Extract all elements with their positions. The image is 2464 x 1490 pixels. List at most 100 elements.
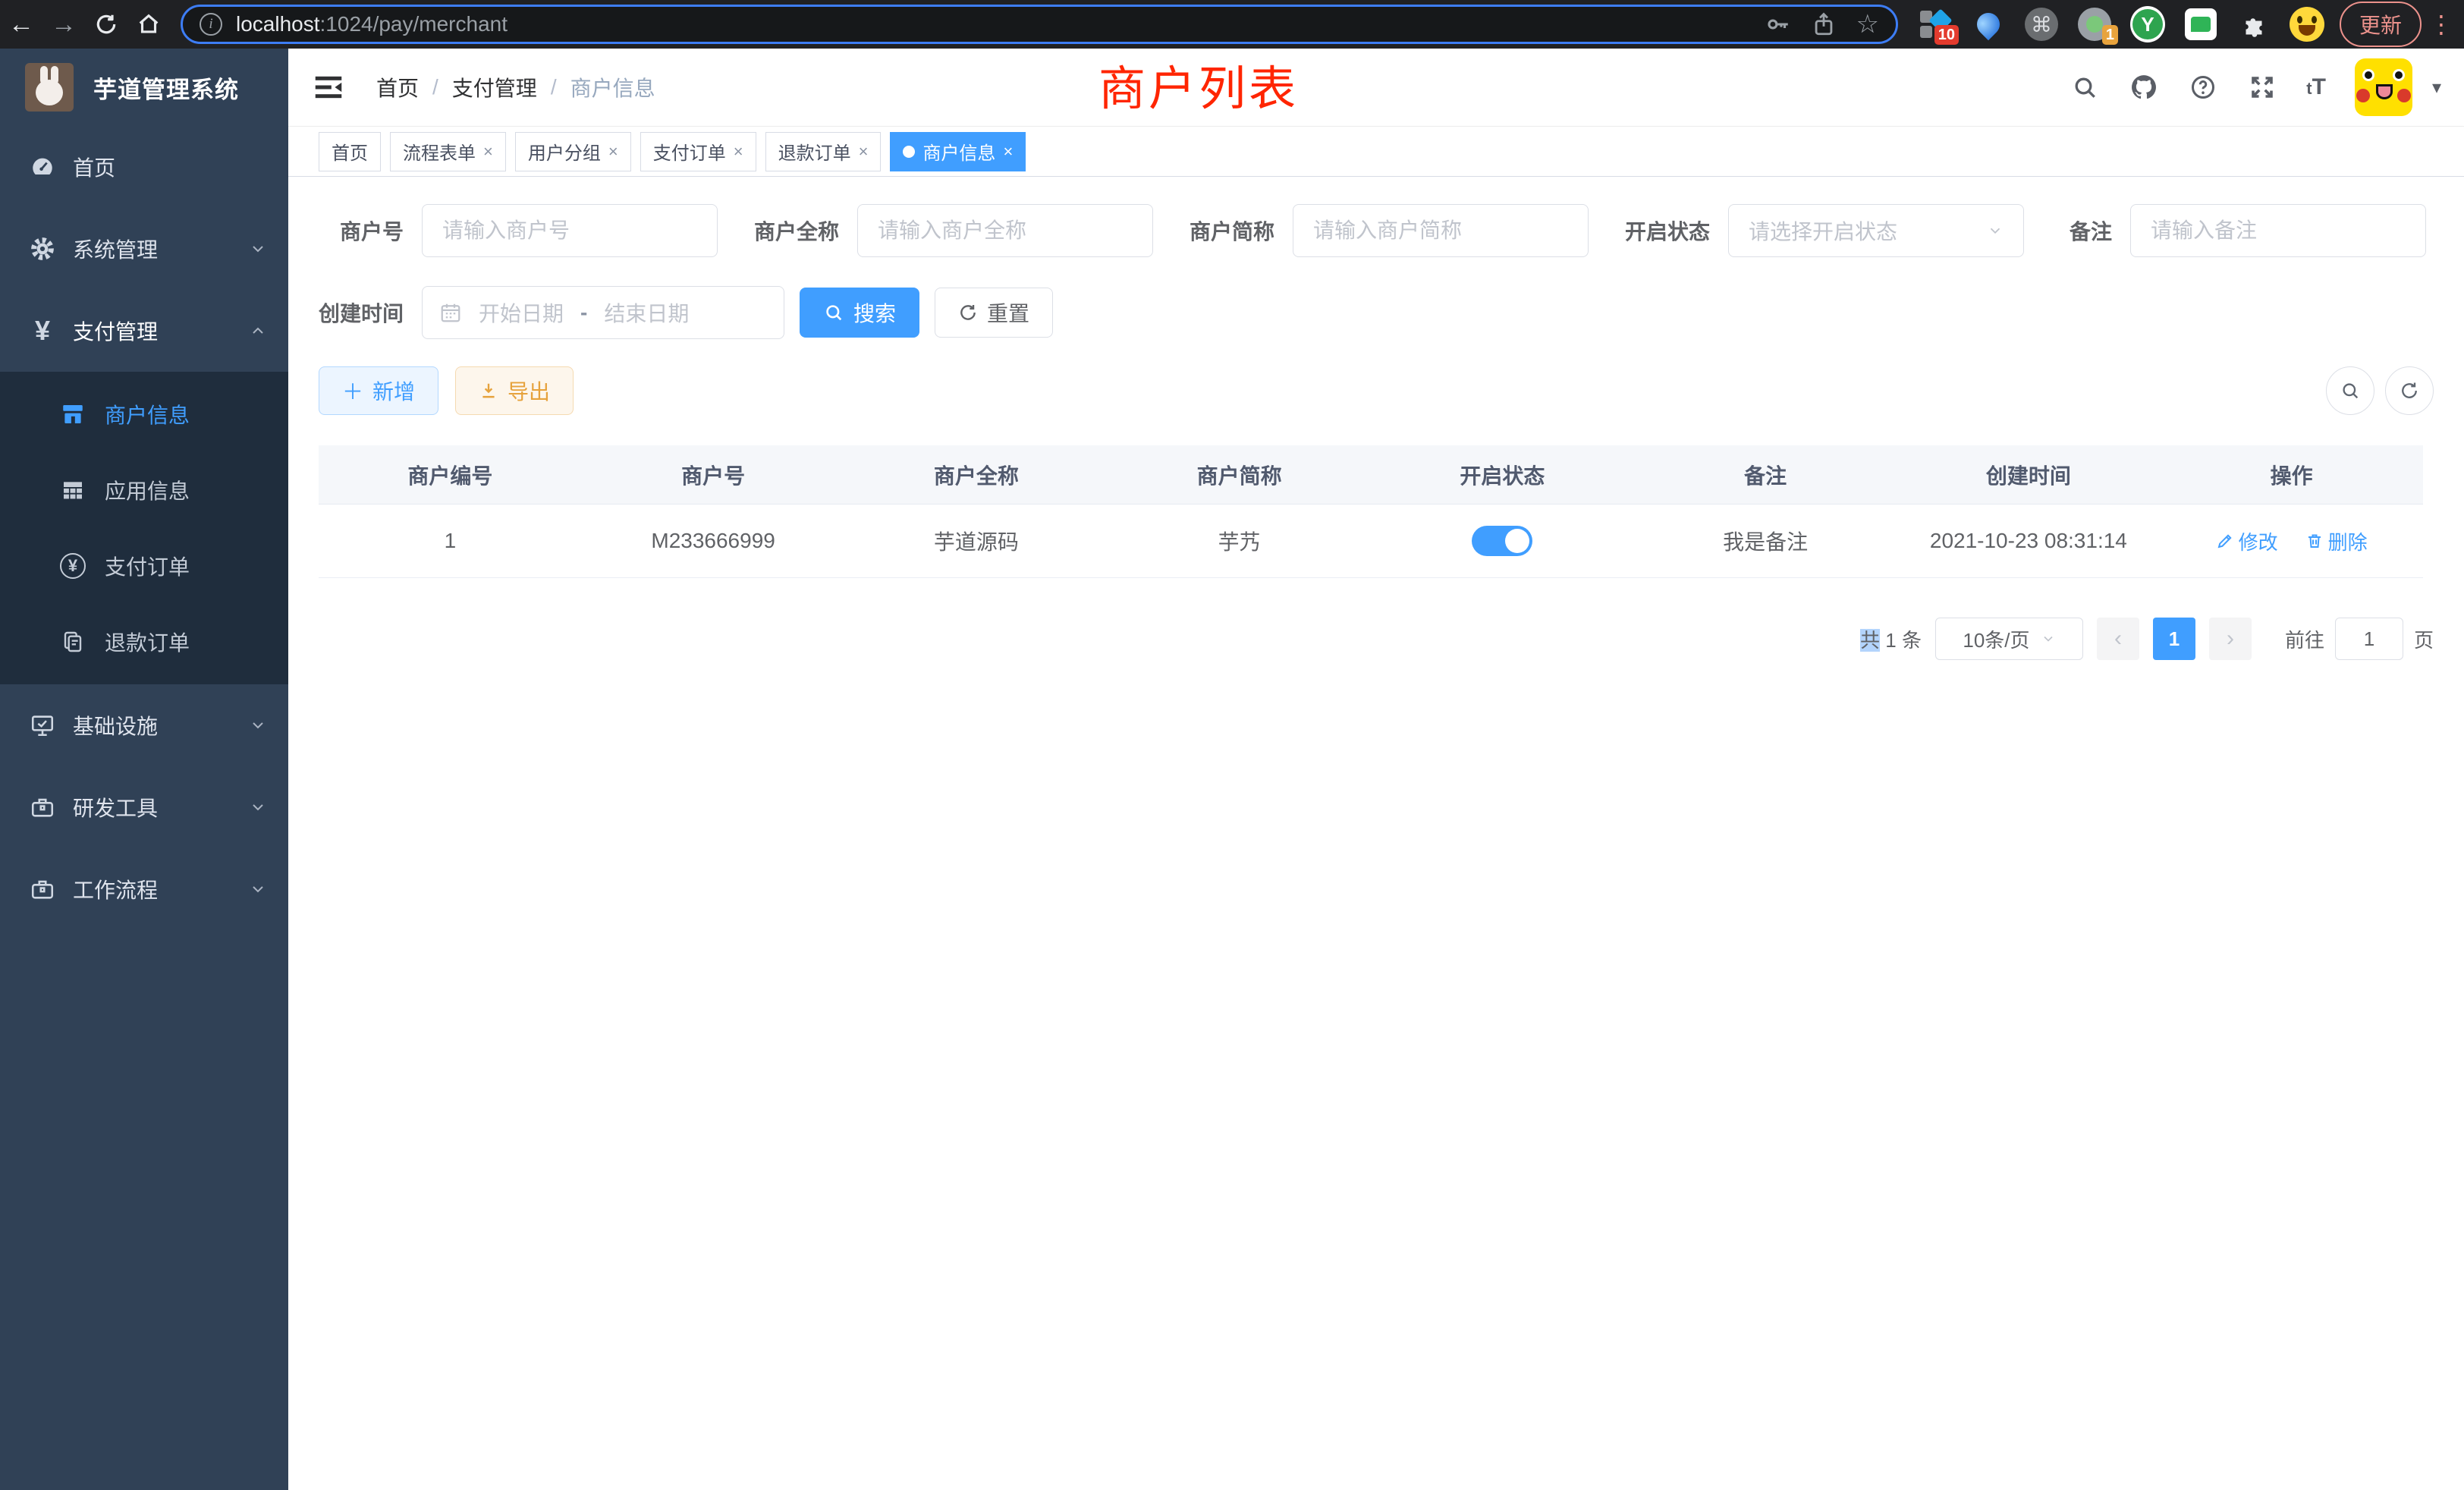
home-icon	[136, 11, 162, 37]
filter-row-2: 创建时间 开始日期 - 结束日期 搜索 重置	[319, 286, 2434, 339]
font-size-icon[interactable]: tT	[2306, 74, 2326, 100]
add-button[interactable]: ＋ 新增	[319, 366, 438, 415]
tab-process-form[interactable]: 流程表单×	[390, 132, 506, 171]
help-icon[interactable]	[2188, 72, 2218, 102]
fullscreen-icon[interactable]	[2247, 72, 2277, 102]
session-extension-icon[interactable]: 1	[2077, 7, 2112, 42]
trash-icon	[2305, 532, 2324, 550]
breadcrumb-home[interactable]: 首页	[376, 72, 419, 102]
tab-merchant-info[interactable]: 商户信息×	[890, 132, 1026, 171]
page-number-1[interactable]: 1	[2153, 618, 2195, 660]
chevron-down-icon	[249, 716, 267, 734]
sidebar-item-app-info[interactable]: 应用信息	[0, 452, 288, 528]
table-header-row: 商户编号 商户号 商户全称 商户简称 开启状态 备注 创建时间 操作	[319, 445, 2423, 505]
cell-actions: 修改 删除	[2160, 527, 2423, 555]
date-start-placeholder: 开始日期	[479, 297, 564, 328]
search-icon[interactable]	[2070, 72, 2100, 102]
browser-reload-button[interactable]	[85, 3, 127, 46]
url-bar[interactable]: i localhost:1024/pay/merchant ☆	[181, 5, 1898, 44]
close-icon[interactable]: ×	[608, 142, 618, 162]
extension-badge: 1	[2102, 25, 2118, 45]
remark-label: 备注	[2060, 215, 2130, 246]
password-key-icon[interactable]	[1765, 11, 1791, 37]
sidebar-item-pay-order[interactable]: ¥ 支付订单	[0, 528, 288, 604]
sidebar-item-system[interactable]: 系统管理	[0, 208, 288, 290]
short-name-label: 商户简称	[1190, 215, 1293, 246]
user-avatar[interactable]	[2355, 58, 2412, 116]
close-icon[interactable]: ×	[859, 142, 869, 162]
sidebar-item-infra[interactable]: 基础设施	[0, 684, 288, 766]
profile-avatar-icon[interactable]	[2290, 7, 2324, 42]
export-button[interactable]: 导出	[455, 366, 574, 415]
chat-extension-icon[interactable]	[2183, 7, 2218, 42]
delete-link[interactable]: 删除	[2305, 527, 2368, 555]
reload-icon	[94, 12, 118, 36]
page-info-icon[interactable]: i	[200, 13, 222, 36]
tab-pay-order[interactable]: 支付订单×	[640, 132, 756, 171]
app-logo[interactable]: 芋道管理系统	[0, 49, 288, 126]
sidebar-item-home[interactable]: 首页	[0, 126, 288, 208]
refresh-table-button[interactable]	[2385, 366, 2434, 415]
prev-page-button[interactable]: ‹	[2097, 618, 2139, 660]
search-button[interactable]: 搜索	[800, 288, 919, 338]
merchant-no-input[interactable]	[422, 204, 718, 257]
sidebar-item-label: 研发工具	[73, 792, 158, 822]
date-range-picker[interactable]: 开始日期 - 结束日期	[422, 286, 784, 339]
show-search-button[interactable]	[2326, 366, 2374, 415]
close-icon[interactable]: ×	[734, 142, 743, 162]
sidebar-collapse-button[interactable]	[311, 70, 346, 105]
top-navbar: 首页 / 支付管理 / 商户信息 tT ▾	[288, 49, 2464, 127]
breadcrumb-section[interactable]: 支付管理	[452, 72, 537, 102]
edit-link[interactable]: 修改	[2216, 527, 2278, 555]
briefcase-icon	[29, 875, 56, 903]
sidebar-item-refund-order[interactable]: 退款订单	[0, 604, 288, 680]
extensions-puzzle-icon[interactable]	[2236, 7, 2271, 42]
pencil-icon	[2216, 532, 2234, 550]
browser-menu-icon[interactable]: ⋮	[2429, 10, 2453, 39]
sidebar-item-merchant-info[interactable]: 商户信息	[0, 376, 288, 452]
cell-remark: 我是备注	[1634, 526, 1897, 556]
extension-toolbar: 10 ⌘ 1 Y	[1918, 7, 2324, 42]
github-icon[interactable]	[2129, 72, 2159, 102]
bookmark-star-icon[interactable]: ☆	[1856, 9, 1879, 39]
full-name-input[interactable]	[857, 204, 1153, 257]
reset-button[interactable]: 重置	[935, 288, 1053, 338]
download-icon	[479, 381, 498, 401]
cell-full-name: 芋道源码	[845, 526, 1108, 556]
yuque-extension-icon[interactable]: Y	[2130, 7, 2165, 42]
side-panel-extension-icon[interactable]: 10	[1918, 7, 1953, 42]
remark-input[interactable]	[2130, 204, 2426, 257]
tab-home[interactable]: 首页	[319, 132, 381, 171]
filter-row-1: 商户号 商户全称 商户简称 开启状态 请选择开启状态 备注	[319, 204, 2434, 257]
browser-home-button[interactable]	[127, 3, 170, 46]
table-row: 1 M233666999 芋道源码 芋艿 我是备注 2021-10-23 08:…	[319, 505, 2423, 577]
chevron-down-icon	[2041, 631, 2056, 646]
browser-back-button[interactable]: ←	[0, 3, 42, 46]
chevron-down-icon	[249, 798, 267, 816]
pin-extension-icon[interactable]	[1971, 7, 2006, 42]
goto-page-input[interactable]	[2335, 618, 2403, 660]
sidebar-item-label: 系统管理	[73, 234, 158, 264]
goto-page: 前往 页	[2285, 618, 2434, 660]
avatar-dropdown-caret-icon[interactable]: ▾	[2432, 77, 2441, 99]
browser-update-button[interactable]: 更新	[2340, 2, 2422, 47]
share-icon[interactable]	[1811, 11, 1837, 37]
sidebar-item-dev-tools[interactable]: 研发工具	[0, 766, 288, 848]
status-toggle[interactable]	[1472, 526, 1532, 556]
next-page-button[interactable]: ›	[2209, 618, 2252, 660]
col-create-time: 创建时间	[1897, 460, 2161, 490]
short-name-input[interactable]	[1293, 204, 1589, 257]
status-select[interactable]: 请选择开启状态	[1728, 204, 2024, 257]
yen-icon: ¥	[29, 317, 56, 344]
close-icon[interactable]: ×	[1003, 142, 1013, 162]
close-icon[interactable]: ×	[483, 142, 493, 162]
sidebar-item-payment[interactable]: ¥ 支付管理	[0, 290, 288, 372]
page-size-select[interactable]: 10条/页	[1935, 618, 2083, 660]
command-extension-icon[interactable]: ⌘	[2024, 7, 2059, 42]
pagination-total: 共 1 条	[1860, 625, 1922, 653]
browser-forward-button[interactable]: →	[42, 3, 85, 46]
tab-refund-order[interactable]: 退款订单×	[765, 132, 882, 171]
tab-user-group[interactable]: 用户分组×	[515, 132, 631, 171]
sidebar-item-workflow[interactable]: 工作流程	[0, 848, 288, 930]
plus-icon: ＋	[342, 376, 363, 406]
